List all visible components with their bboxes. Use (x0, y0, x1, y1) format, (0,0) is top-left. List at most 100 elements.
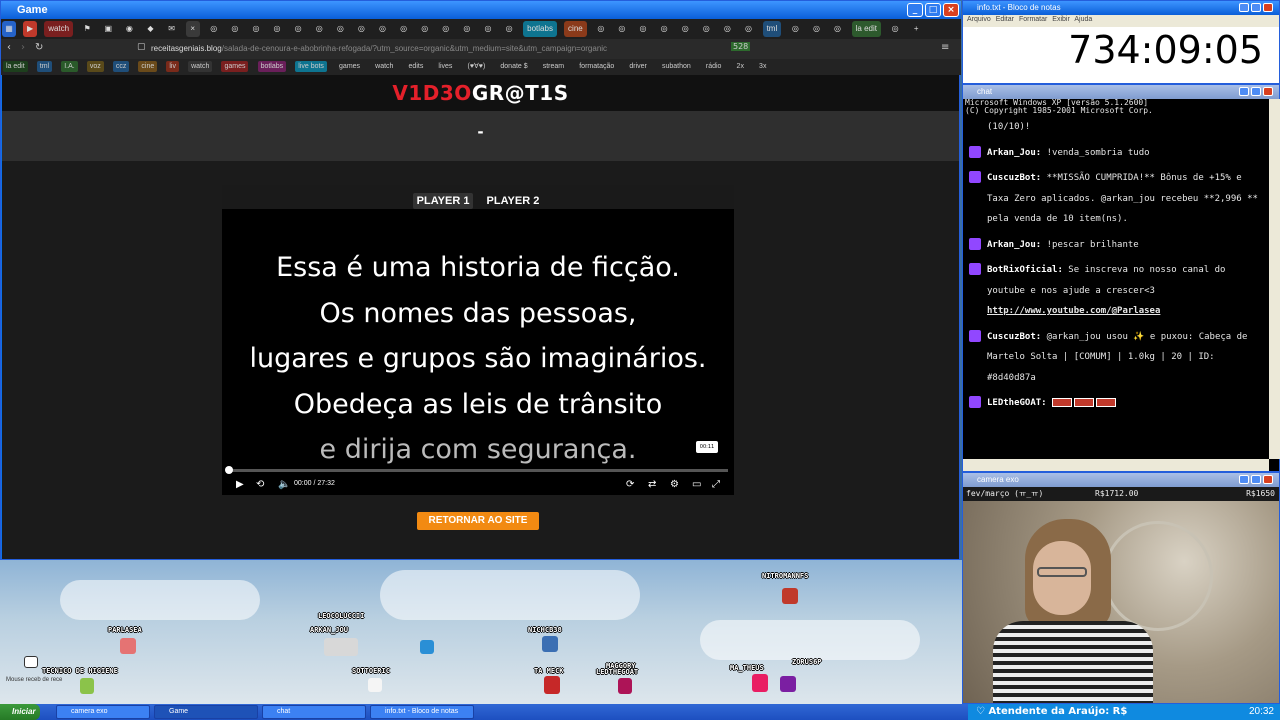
tab-icon[interactable]: ◎ (291, 21, 305, 37)
bookmark-item[interactable]: tml (36, 61, 53, 72)
bookmark-item[interactable]: watch (372, 61, 396, 72)
chat-titlebar[interactable]: chat (963, 85, 1279, 99)
start-button[interactable]: Iniciar (0, 704, 40, 720)
bookmark-item[interactable]: lives (435, 61, 455, 72)
tab-icon[interactable]: ◎ (502, 21, 516, 37)
tab-icon[interactable]: ◎ (312, 21, 326, 37)
settings-icon[interactable]: ⚙ (670, 479, 679, 490)
site-logo[interactable]: V1D3OGR@T1S (2, 81, 959, 105)
tab-icon[interactable]: ◎ (418, 21, 432, 37)
tab-icon[interactable]: ◎ (888, 21, 902, 37)
tab-icon[interactable]: ◎ (741, 21, 755, 37)
close-button[interactable] (1263, 3, 1273, 12)
tab-icon[interactable]: ◎ (270, 21, 284, 37)
bookmark-item[interactable]: games (336, 61, 363, 72)
minimize-button[interactable] (1239, 87, 1249, 96)
tab-icon[interactable]: ◎ (699, 21, 713, 37)
tab-close-icon[interactable]: × (185, 21, 200, 37)
bookmark-item[interactable]: 2x (734, 61, 747, 72)
camera-titlebar[interactable]: camera exo (963, 473, 1279, 487)
tab-icon[interactable]: ◎ (788, 21, 802, 37)
tab-icon[interactable]: ◎ (809, 21, 823, 37)
bookmark-item[interactable]: driver (626, 61, 650, 72)
play-icon[interactable]: ▶ (236, 479, 244, 490)
bookmark-item[interactable]: formatação (576, 61, 617, 72)
tab-botlabs[interactable]: botlabs (523, 21, 557, 37)
maximize-button[interactable] (1251, 475, 1261, 484)
url-input[interactable]: receitasgeniais.blog/salada-de-cenoura-e… (151, 42, 621, 56)
vertical-scrollbar[interactable] (1269, 99, 1280, 459)
tab-icon[interactable]: ◎ (615, 21, 629, 37)
bookmark-item[interactable]: botlabs (257, 61, 287, 72)
bookmark-item[interactable]: I.A. (61, 61, 78, 72)
tab-icon[interactable]: ◎ (460, 21, 474, 37)
tab-icon[interactable]: ◎ (397, 21, 411, 37)
menu-help[interactable]: Ajuda (1074, 16, 1092, 23)
extension-badge[interactable]: 528 (731, 42, 751, 51)
menu-icon[interactable]: ≡ (941, 42, 949, 53)
tab-icon[interactable]: ◎ (439, 21, 453, 37)
notepad-titlebar[interactable]: info.txt - Bloco de notas (963, 1, 1279, 15)
close-button[interactable] (1263, 87, 1273, 96)
tab-icon[interactable]: ◎ (228, 21, 242, 37)
menu-view[interactable]: Exibir (1052, 16, 1070, 23)
bookmark-item[interactable]: 3x (756, 61, 769, 72)
bookmark-item[interactable]: donate $ (497, 61, 530, 72)
tab-icon[interactable]: ◎ (678, 21, 692, 37)
bookmark-item[interactable]: subathon (659, 61, 694, 72)
bookmark-item[interactable]: voz (86, 61, 104, 72)
bookmark-item[interactable]: (♥∀♥) (465, 61, 489, 72)
tab-icon[interactable]: ◎ (249, 21, 263, 37)
forward-icon[interactable]: ⟳ (626, 479, 634, 490)
tab-tml[interactable]: tml (762, 21, 782, 37)
new-tab-icon[interactable]: + (909, 21, 923, 37)
tab-icon[interactable]: ✉ (165, 21, 179, 37)
taskbar-item-chat[interactable]: chat (262, 705, 366, 719)
tab-cine[interactable]: cine (564, 21, 587, 37)
tab-icon[interactable]: ◎ (481, 21, 495, 37)
maximize-button[interactable] (1251, 87, 1261, 96)
tab-icon[interactable]: ◎ (207, 21, 221, 37)
tab-icon[interactable]: ◎ (376, 21, 390, 37)
game-titlebar[interactable]: Game (1, 1, 961, 19)
menu-format[interactable]: Formatar (1019, 16, 1047, 23)
menu-edit[interactable]: Editar (996, 16, 1014, 23)
taskbar-item-camera[interactable]: camera exo (56, 705, 150, 719)
tab-icon[interactable]: ◎ (831, 21, 845, 37)
chat-log[interactable]: Microsoft Windows XP [versão 5.1.2600] (… (963, 99, 1269, 457)
tab-icon-windows[interactable]: ▦ (2, 21, 16, 37)
progress-bar[interactable] (228, 469, 728, 472)
close-button[interactable] (1263, 475, 1273, 484)
clock[interactable]: 20:32 (1249, 704, 1274, 720)
tab-icon[interactable]: ◎ (333, 21, 347, 37)
forward-icon[interactable]: › (21, 42, 25, 53)
tab-icon[interactable]: ◆ (143, 21, 157, 37)
minimize-button[interactable] (1239, 3, 1249, 12)
minimize-button[interactable]: _ (907, 3, 923, 17)
tab-icon[interactable]: ◎ (354, 21, 368, 37)
page-icon[interactable]: ▢ (137, 42, 146, 52)
bookmark-item[interactable]: games (221, 61, 249, 72)
back-icon[interactable]: ‹ (7, 42, 11, 53)
taskbar-item-notepad[interactable]: info.txt - Bloco de notas (370, 705, 474, 719)
tab-icon[interactable]: ⚑ (80, 21, 94, 37)
bookmark-item[interactable]: liv (166, 61, 179, 72)
tab-icon[interactable]: ▣ (101, 21, 115, 37)
tab-la-edit[interactable]: la edit (851, 21, 881, 37)
bookmark-item[interactable]: edits (406, 61, 427, 72)
volume-icon[interactable]: 🔈 (278, 479, 290, 490)
tab-icon-youtube[interactable]: ▶ (23, 21, 38, 37)
reload-icon[interactable]: ↻ (35, 42, 43, 53)
rewind-icon[interactable]: ⟲ (256, 479, 264, 490)
bookmark-item[interactable]: watch (188, 61, 213, 72)
close-button[interactable]: × (943, 3, 959, 17)
tab-player-1[interactable]: PLAYER 1 (412, 193, 474, 209)
return-button[interactable]: RETORNAR AO SITE (417, 512, 539, 530)
tab-icon[interactable]: ◎ (720, 21, 734, 37)
video-frame[interactable]: Essa é uma historia de ficção. Os nomes … (222, 209, 734, 495)
tab-icon[interactable]: ◎ (636, 21, 650, 37)
tab-watch[interactable]: watch (44, 21, 74, 37)
bookmark-item[interactable]: cine (138, 61, 158, 72)
bookmark-item[interactable]: stream (540, 61, 567, 72)
pip-icon[interactable]: ▭ (692, 479, 701, 490)
